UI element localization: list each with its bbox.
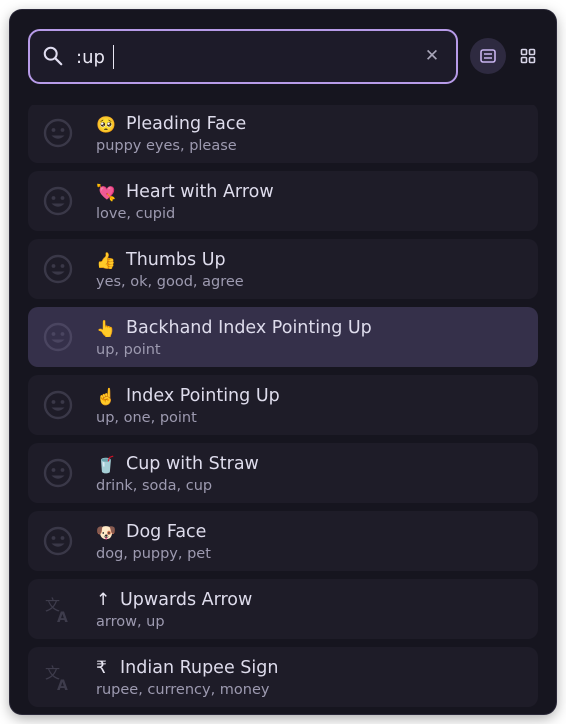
item-keywords: drink, soda, cup: [96, 478, 213, 494]
list-view-icon: [480, 49, 496, 63]
svg-text:A: A: [57, 610, 68, 625]
svg-text:A: A: [57, 678, 68, 693]
item-title: Backhand Index Pointing Up: [126, 318, 372, 338]
smiley-icon: [43, 322, 73, 352]
item-keywords: up, point: [96, 342, 161, 358]
smiley-icon: [43, 254, 73, 284]
item-keywords: love, cupid: [96, 206, 176, 222]
item-glyph: 👍: [96, 250, 116, 270]
item-keywords: yes, ok, good, agree: [96, 274, 244, 290]
item-title: Dog Face: [126, 522, 207, 542]
item-title: Heart with Arrow: [126, 182, 274, 202]
list-item[interactable]: 🥤 Cup with Straw drink, soda, cup: [28, 443, 538, 503]
list-item[interactable]: ☝️ Index Pointing Up up, one, point: [28, 375, 538, 435]
grid-view-icon: [520, 48, 536, 64]
item-keywords: arrow, up: [96, 614, 165, 630]
translate-icon: 文A: [45, 596, 68, 625]
item-keywords: rupee, currency, money: [96, 682, 270, 698]
item-glyph: 👆: [96, 318, 116, 338]
item-keywords: dog, puppy, pet: [96, 546, 211, 562]
translate-icon: 文A: [45, 664, 68, 693]
item-glyph: 🥤: [96, 454, 116, 474]
smiley-icon: [43, 526, 73, 556]
item-glyph: ↑: [96, 590, 111, 610]
item-title: Cup with Straw: [126, 454, 259, 474]
item-glyph: ☝️: [96, 386, 116, 406]
header-bar: ✕: [10, 10, 556, 105]
search-box[interactable]: ✕: [28, 29, 458, 84]
list-view-button[interactable]: [470, 38, 506, 74]
list-item-selected[interactable]: 👆 Backhand Index Pointing Up up, point: [28, 307, 538, 367]
list-item[interactable]: 🐶 Dog Face dog, puppy, pet: [28, 511, 538, 571]
close-icon[interactable]: ✕: [422, 46, 442, 66]
item-keywords: puppy eyes, please: [96, 138, 237, 154]
search-input[interactable]: [76, 44, 406, 70]
smiley-icon: [43, 390, 73, 420]
smiley-icon: [43, 458, 73, 488]
item-title: Index Pointing Up: [126, 386, 280, 406]
item-title: Upwards Arrow: [120, 590, 253, 610]
smiley-icon: [43, 118, 73, 148]
item-title: Thumbs Up: [126, 250, 226, 270]
list-item[interactable]: 🥺 Pleading Face puppy eyes, please: [28, 103, 538, 163]
item-title: Indian Rupee Sign: [120, 658, 279, 678]
list-item[interactable]: 👍 Thumbs Up yes, ok, good, agree: [28, 239, 538, 299]
smiley-icon: [43, 186, 73, 216]
item-keywords: up, one, point: [96, 410, 197, 426]
list-item[interactable]: 文A ↑ Upwards Arrow arrow, up: [28, 579, 538, 639]
item-glyph: 🐶: [96, 522, 116, 542]
search-icon: [43, 46, 63, 66]
list-item[interactable]: 💘 Heart with Arrow love, cupid: [28, 171, 538, 231]
text-caret: [113, 45, 114, 69]
item-title: Pleading Face: [126, 114, 247, 134]
grid-view-button[interactable]: [510, 38, 546, 74]
item-glyph: 💘: [96, 182, 116, 202]
list-item[interactable]: 文A ₹ Indian Rupee Sign rupee, currency, …: [28, 647, 538, 707]
item-glyph: 🥺: [96, 114, 116, 134]
emoji-picker-window: 🥺 Pleading Face puppy eyes, please 💘 Hea…: [10, 10, 556, 714]
item-glyph: ₹: [96, 658, 107, 678]
